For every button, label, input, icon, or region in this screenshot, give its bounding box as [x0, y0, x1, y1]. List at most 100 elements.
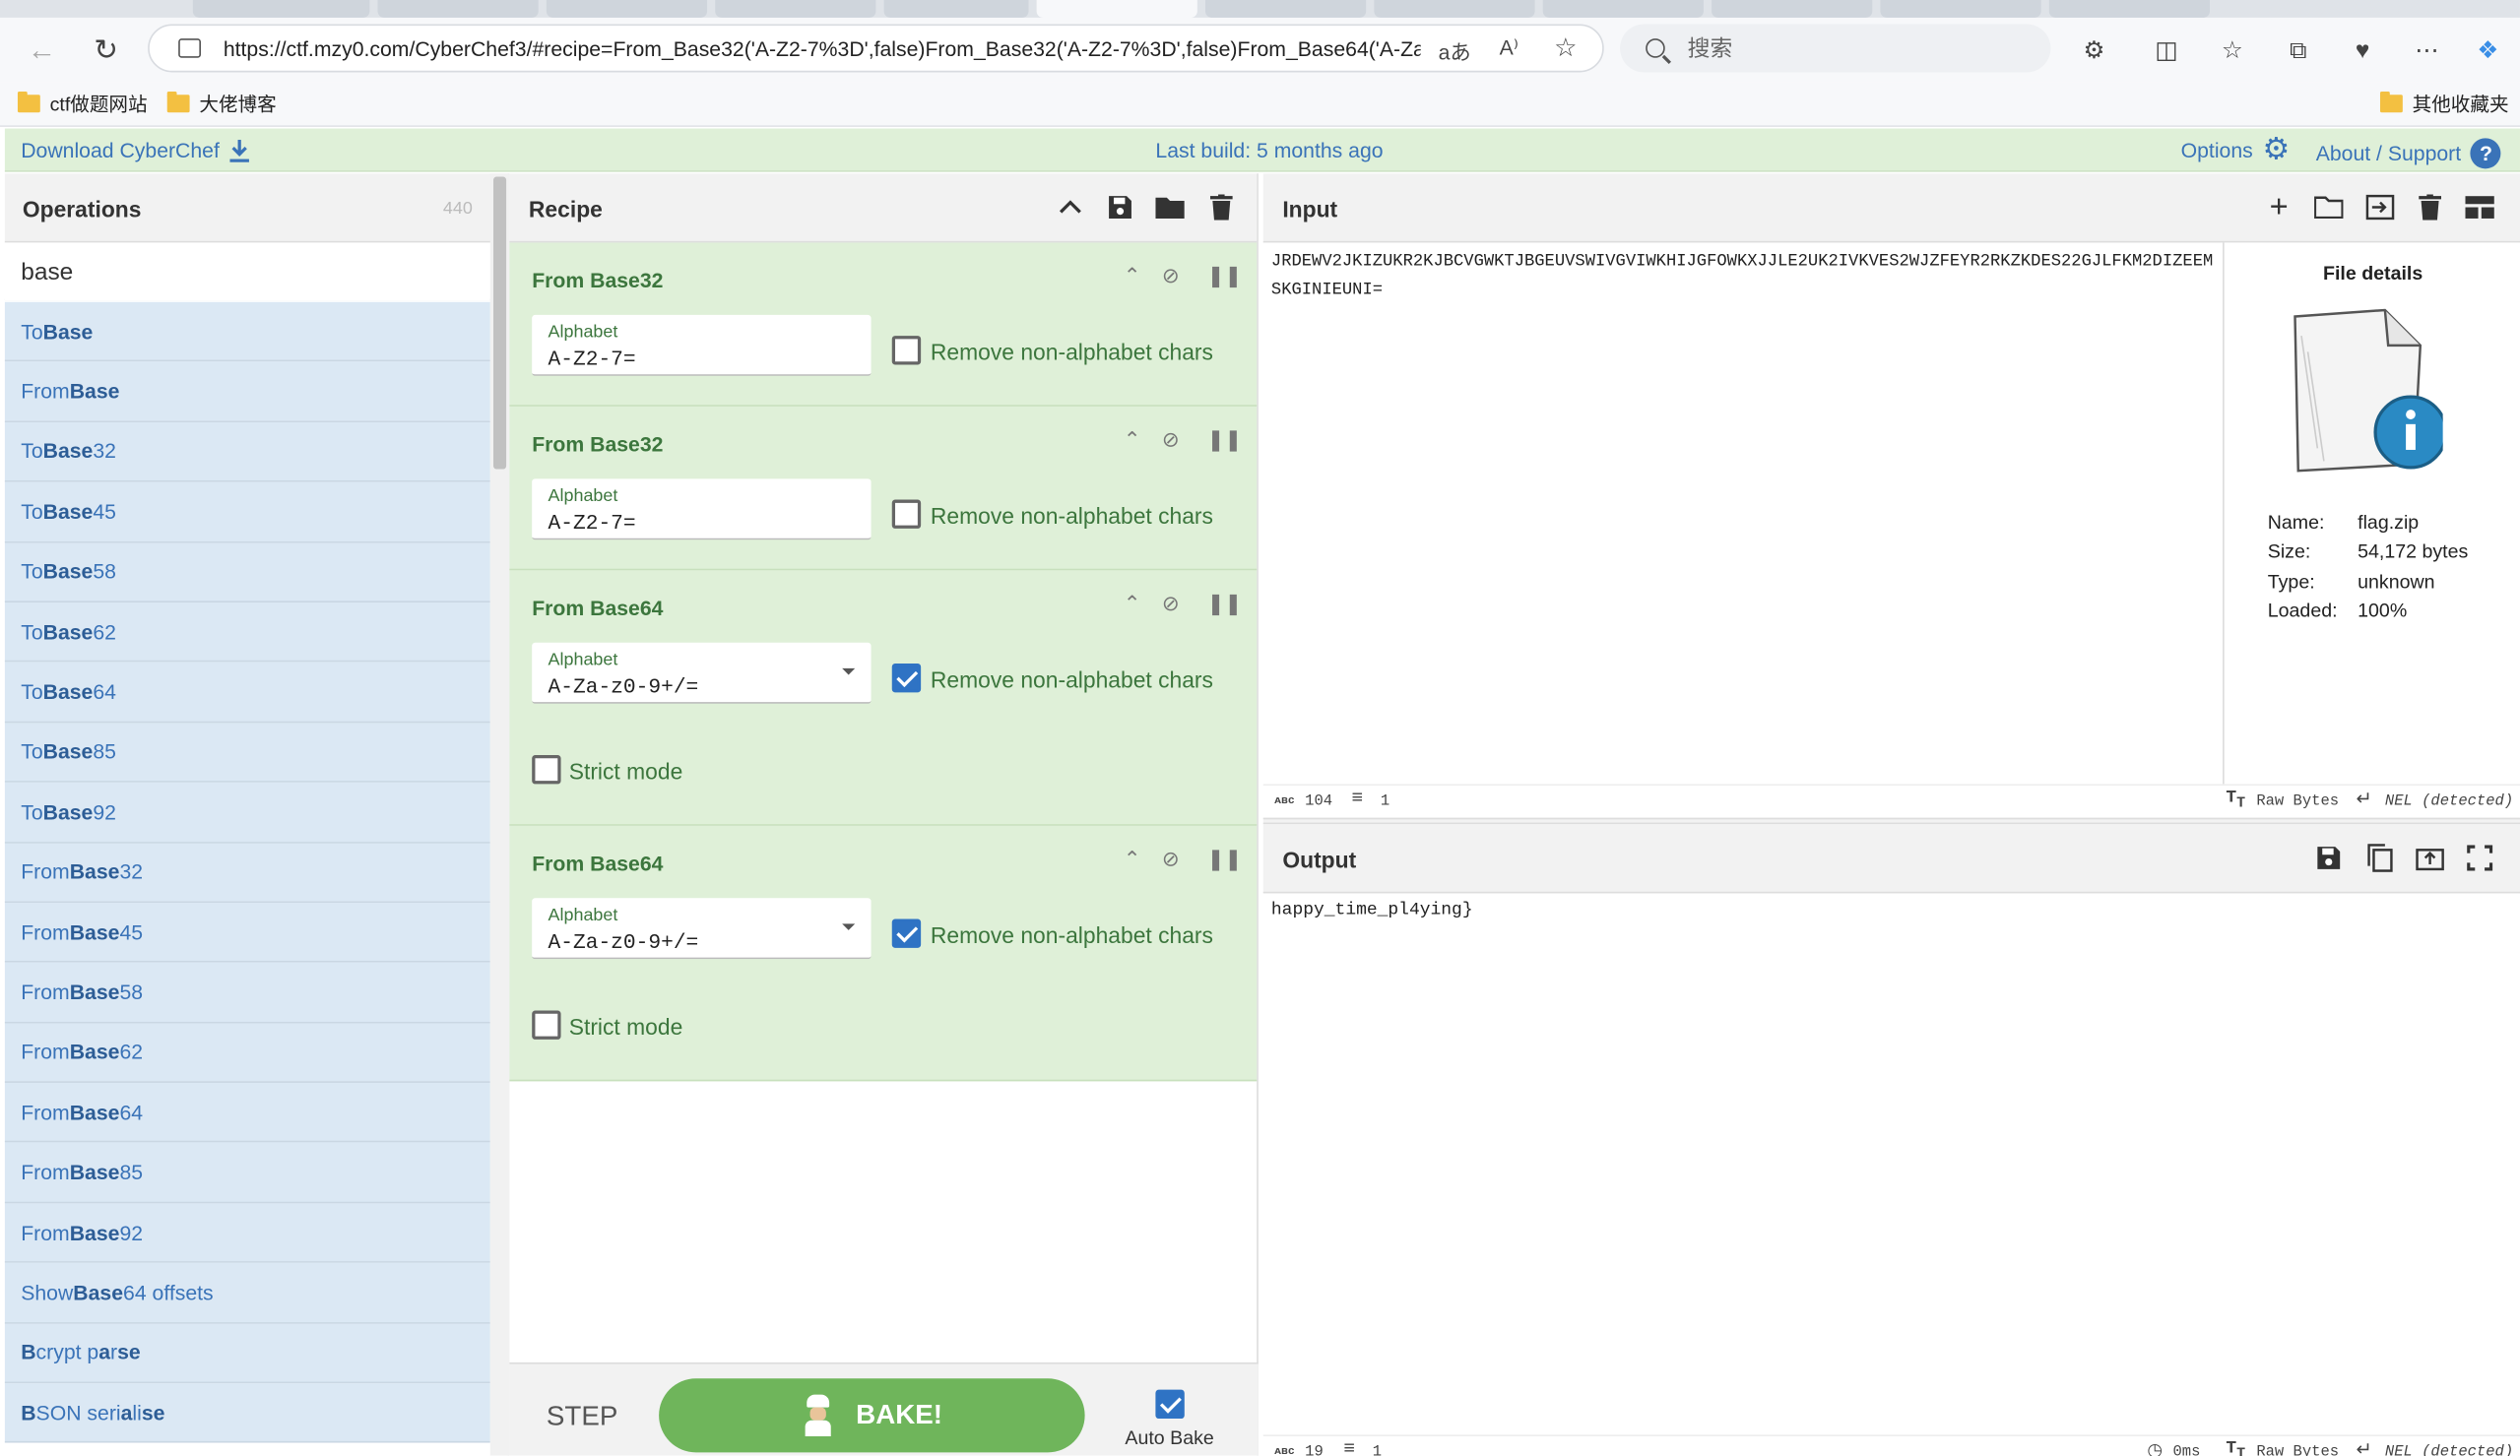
browser-tab[interactable]	[1205, 0, 1367, 18]
collapse-operation-icon[interactable]: ⌃	[1124, 592, 1141, 617]
translate-icon[interactable]: aあ	[1439, 35, 1471, 66]
strict-mode-checkbox[interactable]	[532, 755, 561, 785]
operation-list-item[interactable]: From Base 58	[4, 963, 490, 1024]
browser-tab[interactable]	[715, 0, 876, 18]
alphabet-field[interactable]: Alphabet A-Z2-7=	[532, 478, 872, 540]
alphabet-select[interactable]: Alphabet A-Za-z0-9+/=	[532, 898, 872, 960]
collections-icon[interactable]: ⧉	[2281, 32, 2316, 68]
alphabet-select[interactable]: Alphabet A-Za-z0-9+/=	[532, 642, 872, 704]
breakpoint-icon[interactable]: ❚❚	[1207, 427, 1243, 453]
add-tab-icon[interactable]: +	[2264, 189, 2293, 224]
copy-output-icon[interactable]	[2365, 844, 2394, 872]
alphabet-field[interactable]: Alphabet A-Z2-7=	[532, 314, 872, 376]
collapse-operation-icon[interactable]: ⌃	[1124, 847, 1141, 872]
favorite-star-icon[interactable]: ☆	[1554, 32, 1577, 65]
browser-tab[interactable]	[1542, 0, 1704, 18]
breakpoint-icon[interactable]: ❚❚	[1207, 264, 1243, 289]
favorites-icon[interactable]: ☆	[2215, 32, 2250, 68]
operation-list-item[interactable]: To Base 45	[4, 481, 490, 542]
collapse-all-icon[interactable]	[1056, 193, 1084, 222]
browser-tab[interactable]	[377, 0, 539, 18]
operation-list-item[interactable]: From Base 45	[4, 903, 490, 964]
maximize-icon[interactable]	[2465, 844, 2493, 872]
operation-list-item[interactable]: From Base 92	[4, 1203, 490, 1264]
remove-non-alphabet-checkbox[interactable]	[891, 664, 922, 693]
browser-tab-active[interactable]	[1036, 0, 1197, 18]
collapse-operation-icon[interactable]: ⌃	[1124, 264, 1141, 289]
auto-bake-toggle[interactable]: Auto Bake	[1125, 1389, 1214, 1453]
eol-icon[interactable]: ↵	[2357, 1438, 2372, 1456]
read-aloud-icon[interactable]: A⁾	[1500, 35, 1518, 61]
scrollbar-thumb[interactable]	[493, 176, 507, 470]
remove-non-alphabet-checkbox[interactable]	[891, 336, 922, 365]
encoding-icon[interactable]: TT	[2226, 1439, 2245, 1456]
about-support-link[interactable]: About / Support ?	[2316, 138, 2501, 169]
other-bookmarks-folder[interactable]: 其他收藏夹	[2379, 90, 2509, 117]
recipe-operation[interactable]: From Base64 ⌃ ⊘ ❚❚ Alphabet A-Za-z0-9+/=…	[509, 570, 1258, 826]
recipe-operation[interactable]: From Base64 ⌃ ⊘ ❚❚ Alphabet A-Za-z0-9+/=…	[509, 825, 1258, 1082]
load-recipe-icon[interactable]	[1155, 193, 1185, 222]
health-icon[interactable]: ♥	[2345, 32, 2380, 68]
bookmark-folder[interactable]: 大佬博客	[166, 90, 277, 117]
operation-list-item[interactable]: To Base	[4, 301, 490, 362]
operation-list-item[interactable]: To Base 92	[4, 782, 490, 844]
operation-list-item[interactable]: Show Base 64 offsets	[4, 1263, 490, 1324]
browser-tab[interactable]	[192, 0, 370, 18]
search-input[interactable]: 搜索	[1620, 24, 2051, 73]
browser-tab[interactable]	[2048, 0, 2210, 18]
remove-non-alphabet-checkbox[interactable]	[891, 918, 922, 948]
more-icon[interactable]: ⋯	[2409, 32, 2444, 68]
operation-list-item[interactable]: To Base 58	[4, 541, 490, 602]
disable-operation-icon[interactable]: ⊘	[1162, 847, 1180, 872]
save-recipe-icon[interactable]	[1106, 193, 1134, 222]
chevron-down-icon[interactable]	[842, 923, 856, 930]
breakpoint-icon[interactable]: ❚❚	[1207, 847, 1243, 872]
operation-list-item[interactable]: B SON seri a li se	[4, 1383, 490, 1444]
encoding-icon[interactable]: TT	[2226, 789, 2245, 811]
address-bar[interactable]: https://ctf.mzy0.com/CyberChef3/#recipe=…	[148, 24, 1604, 73]
recipe-operation[interactable]: From Base32 ⌃ ⊘ ❚❚ Alphabet A-Z2-7= Remo…	[509, 406, 1258, 571]
operations-search-input[interactable]	[4, 242, 490, 301]
extensions-icon[interactable]: ⚙	[2077, 32, 2112, 68]
bake-button[interactable]: BAKE!	[659, 1378, 1085, 1453]
browser-tab[interactable]	[1712, 0, 1873, 18]
input-encoding[interactable]: Raw Bytes	[2256, 792, 2339, 810]
bookmark-folder[interactable]: ctf做题网站	[17, 90, 148, 117]
back-icon[interactable]: ←	[24, 32, 59, 68]
clear-recipe-icon[interactable]	[1207, 193, 1236, 222]
collapse-operation-icon[interactable]: ⌃	[1124, 427, 1141, 453]
disable-operation-icon[interactable]: ⊘	[1162, 264, 1180, 289]
remove-non-alphabet-checkbox[interactable]	[891, 499, 922, 529]
open-file-icon[interactable]	[2365, 193, 2395, 222]
operation-list-item[interactable]: To Base 85	[4, 722, 490, 783]
operation-list-item[interactable]: To Base 62	[4, 601, 490, 663]
copilot-icon[interactable]: ❖	[2470, 32, 2505, 68]
operations-scrollbar[interactable]	[489, 173, 510, 1456]
strict-mode-checkbox[interactable]	[532, 1010, 561, 1040]
replace-input-icon[interactable]	[2416, 844, 2444, 872]
auto-bake-checkbox[interactable]	[1154, 1389, 1185, 1420]
operation-list-item[interactable]: From Base 85	[4, 1143, 490, 1204]
chevron-down-icon[interactable]	[842, 667, 856, 675]
browser-tab[interactable]	[1880, 0, 2041, 18]
operation-list-item[interactable]: Bcrypt p a r se	[4, 1323, 490, 1384]
eol-icon[interactable]: ↵	[2357, 788, 2372, 811]
output-textarea[interactable]: happy_time_pl4ying}	[1271, 902, 1473, 921]
browser-tab[interactable]	[883, 0, 1029, 18]
input-eol[interactable]: NEL (detected)	[2385, 792, 2513, 810]
operation-list-item[interactable]: From Base	[4, 361, 490, 422]
browser-tab[interactable]	[546, 0, 708, 18]
operation-list-item[interactable]: From Base 62	[4, 1023, 490, 1084]
clear-input-icon[interactable]	[2416, 193, 2444, 222]
open-folder-icon[interactable]	[2314, 193, 2344, 222]
operation-list-item[interactable]: From Base 64	[4, 1083, 490, 1144]
operation-list-item[interactable]: To Base 64	[4, 662, 490, 723]
output-encoding[interactable]: Raw Bytes	[2256, 1443, 2339, 1456]
browser-tab[interactable]	[1374, 0, 1535, 18]
download-link[interactable]: Download CyberChef	[21, 138, 249, 162]
save-output-icon[interactable]	[2314, 844, 2343, 872]
operation-list-item[interactable]: To Base 32	[4, 421, 490, 482]
refresh-icon[interactable]: ↻	[89, 32, 124, 68]
breakpoint-icon[interactable]: ❚❚	[1207, 592, 1243, 617]
options-link[interactable]: Options ⚙	[2181, 134, 2291, 164]
